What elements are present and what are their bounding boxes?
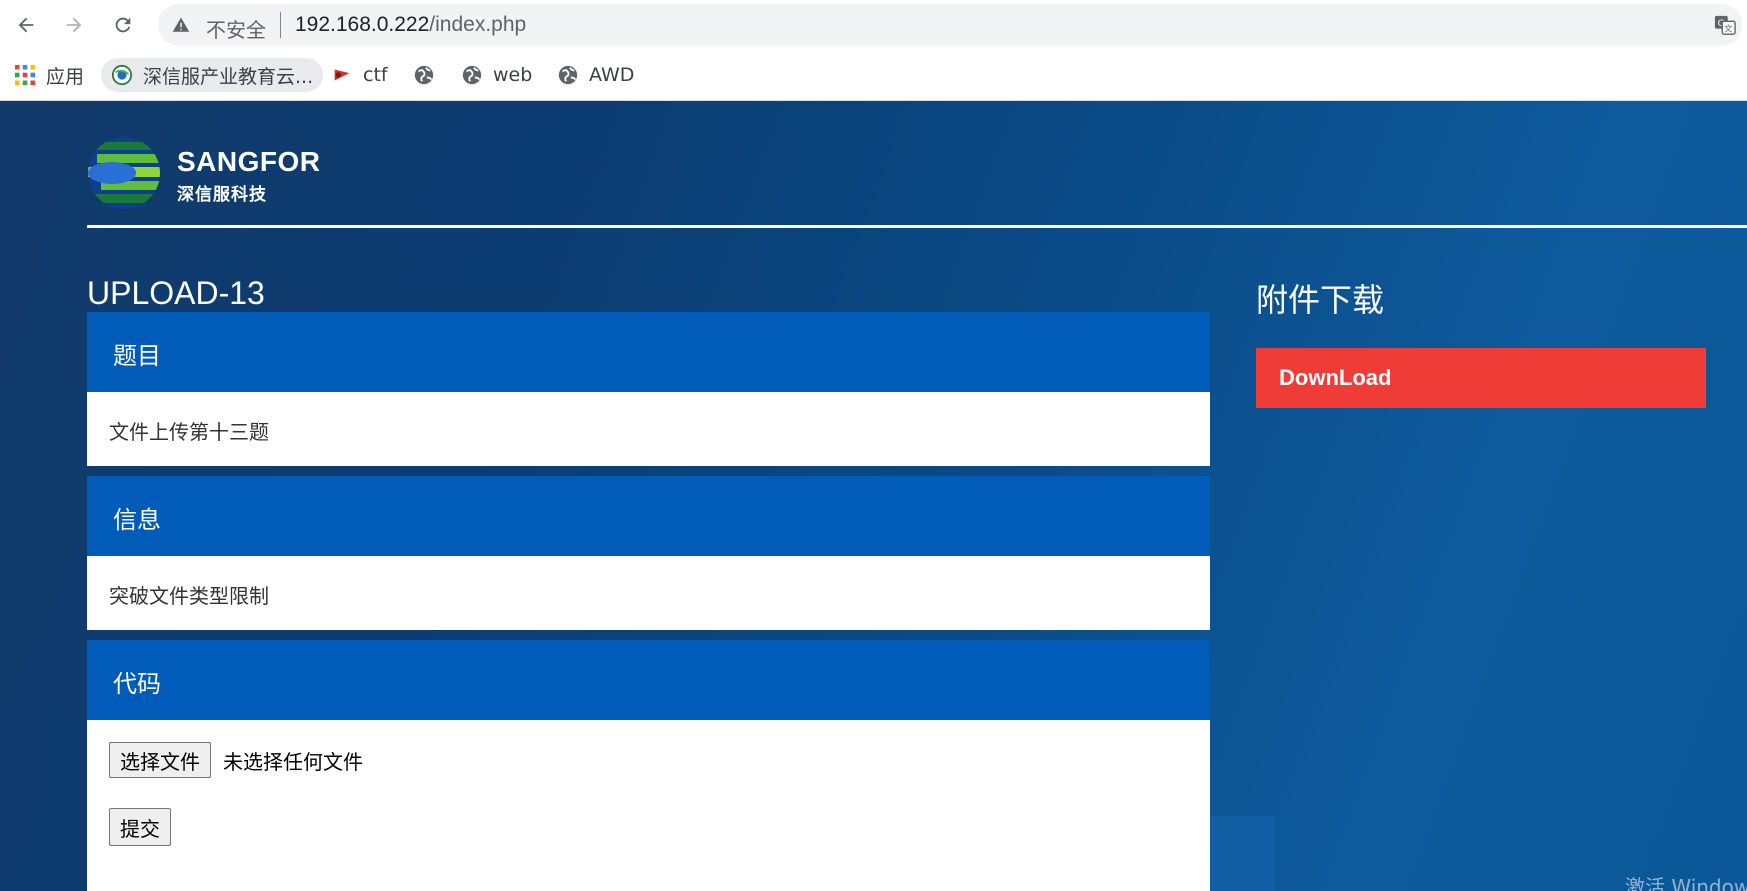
upload-form: 选择文件 未选择任何文件 提交	[87, 720, 1210, 891]
question-panel-header: 题目	[87, 312, 1210, 392]
header-divider	[87, 225, 1747, 228]
svg-text:文: 文	[1724, 23, 1732, 33]
info-panel-body: 突破文件类型限制	[87, 556, 1210, 630]
windows-activation-watermark: 激活 Window	[1625, 875, 1747, 891]
question-panel-body: 文件上传第十三题	[87, 392, 1210, 466]
address-bar[interactable]: 不安全 192.168.0.222/index.php G文	[158, 4, 1742, 46]
info-panel-header: 信息	[87, 476, 1210, 556]
globe-icon	[558, 65, 578, 85]
arrow-left-icon	[18, 17, 34, 33]
panel-heading: 题目	[113, 342, 161, 370]
address-separator	[280, 12, 281, 38]
bookmark-awd[interactable]: AWD	[557, 58, 634, 92]
translate-icon[interactable]: G文	[1714, 14, 1736, 36]
url-text[interactable]: 192.168.0.222/index.php	[295, 13, 526, 37]
bookmark-sangfor-cloud[interactable]: 深信服产业教育云...	[101, 58, 324, 92]
panel-heading: 信息	[113, 506, 161, 534]
sangfor-cloud-icon	[111, 64, 133, 86]
attachments-title: 附件下载	[1256, 281, 1385, 319]
bookmark-label: ctf	[363, 64, 388, 86]
bookmarks-bar: 应用 深信服产业教育云... ctf web AWD	[0, 50, 1747, 101]
forward-button[interactable]	[57, 8, 91, 42]
globe-icon	[414, 65, 434, 85]
bookmark-ctf[interactable]: ctf	[331, 58, 388, 92]
reload-button[interactable]	[106, 8, 140, 42]
warning-icon	[172, 17, 190, 32]
reload-icon	[115, 17, 131, 33]
globe-icon	[462, 65, 482, 85]
url-path: /index.php	[429, 13, 527, 36]
sangfor-logo[interactable]: SANGFOR 深信服科技	[87, 136, 327, 212]
bookmark-apps[interactable]: 应用	[14, 58, 84, 92]
bookmark-label: web	[493, 64, 533, 86]
choose-file-button[interactable]: 选择文件	[109, 742, 211, 778]
panel-heading: 代码	[113, 670, 161, 698]
not-secure-label[interactable]: 不安全	[206, 14, 266, 43]
sangfor-globe-icon	[88, 137, 160, 209]
code-panel-header: 代码	[87, 640, 1210, 720]
no-file-label: 未选择任何文件	[223, 750, 363, 774]
back-button[interactable]	[9, 8, 43, 42]
bookmark-label: 应用	[46, 65, 85, 88]
browser-toolbar: 不安全 192.168.0.222/index.php G文	[0, 0, 1747, 50]
bookmark-web[interactable]: web	[461, 58, 532, 92]
panel-text: 突破文件类型限制	[109, 584, 269, 608]
submit-button[interactable]: 提交	[109, 808, 171, 846]
ctf-icon	[334, 69, 350, 81]
page-content: SANGFOR 深信服科技 UPLOAD-13 附件下载 题目 文件上传第十三题…	[0, 101, 1747, 891]
apps-grid-icon	[14, 64, 36, 86]
panel-text: 文件上传第十三题	[109, 420, 269, 444]
logo-brand: SANGFOR	[177, 146, 321, 177]
arrow-right-icon	[66, 17, 82, 33]
logo-brand-cn: 深信服科技	[177, 185, 267, 205]
page-title: UPLOAD-13	[87, 275, 265, 311]
bookmark-label: AWD	[589, 64, 635, 86]
download-button[interactable]: DownLoad	[1256, 348, 1706, 408]
url-host: 192.168.0.222	[295, 13, 430, 36]
bookmark-label: 深信服产业教育云...	[143, 65, 314, 88]
bookmark-globe[interactable]	[413, 58, 445, 92]
